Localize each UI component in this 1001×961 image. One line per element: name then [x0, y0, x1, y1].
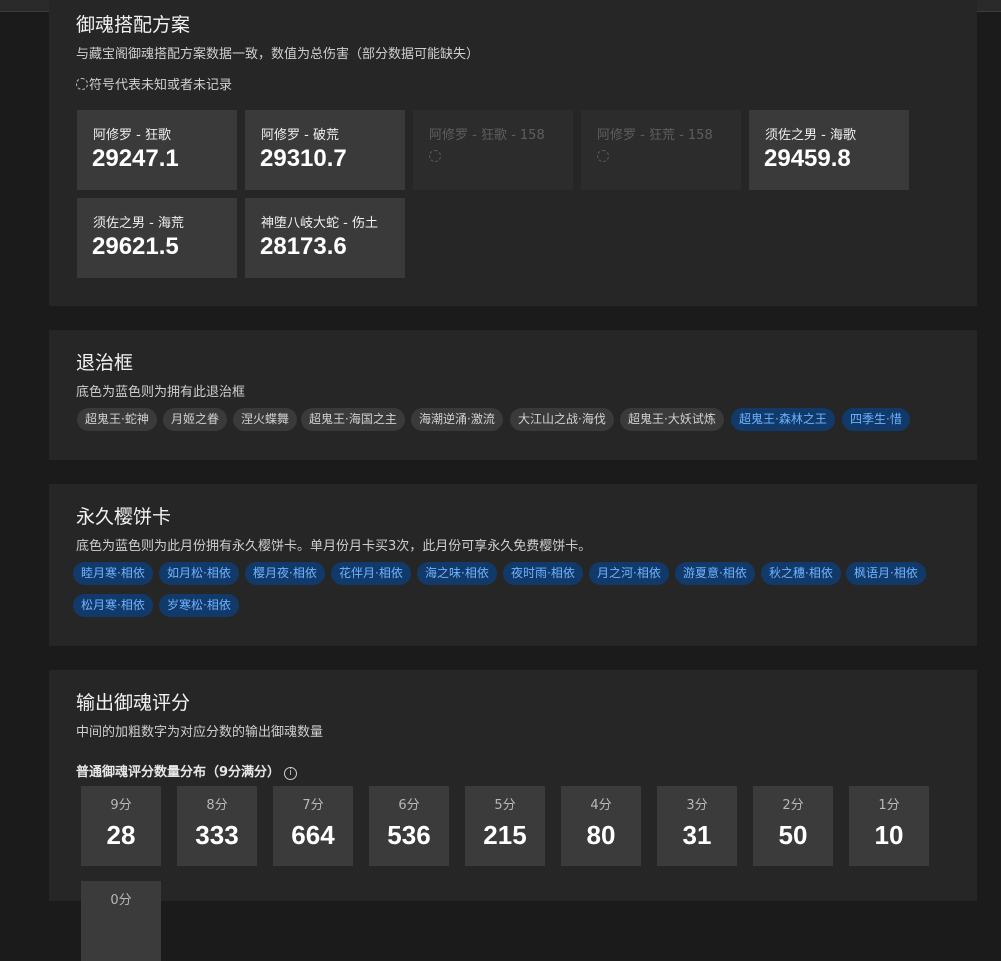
- mitama-card-label: 阿修罗 - 破荒: [261, 128, 339, 143]
- frame-tag: 涅火蝶舞: [233, 408, 298, 431]
- score-box-value: 333: [195, 820, 239, 850]
- score-subtitle: 中间的加粗数字为对应分数的输出御魂数量: [76, 725, 324, 740]
- score-title: 输出御魂评分: [76, 692, 191, 714]
- sakura-card-tag: 月之河·相依: [589, 562, 669, 585]
- mitama-card: 神堕八岐大蛇 - 伤土 28173.6: [245, 198, 405, 278]
- score-box-label: 7分: [302, 798, 324, 813]
- score-box: 6分 536: [369, 786, 449, 866]
- frame-tag: 月姬之眷: [163, 408, 228, 431]
- unknown-legend-text: 符号代表未知或者未记录: [89, 78, 233, 93]
- score-box: 3分 31: [657, 786, 737, 866]
- mitama-card-label: 阿修罗 - 狂荒 - 158: [597, 128, 713, 143]
- score-box-label: 6分: [398, 798, 420, 813]
- unknown-dashed-circle-icon: [429, 150, 441, 162]
- score-box-label: 3分: [686, 798, 708, 813]
- score-box-value: 31: [682, 820, 712, 850]
- frame-tag: 超鬼王·蛇神: [77, 408, 157, 431]
- score-box: 7分 664: [273, 786, 353, 866]
- mitama-title: 御魂搭配方案: [76, 14, 191, 36]
- mitama-card: 须佐之男 - 海荒 29621.5: [77, 198, 237, 278]
- frames-subtitle: 底色为蓝色则为拥有此退治框: [76, 385, 246, 400]
- sakura-card-tag: 游夏意·相依: [675, 562, 755, 585]
- unknown-dashed-circle-icon: [76, 78, 88, 90]
- info-icon[interactable]: i: [284, 767, 298, 780]
- score-box-label: 5分: [494, 798, 516, 813]
- score-box-label: 8分: [206, 798, 228, 813]
- mitama-card-value: 29621.5: [92, 233, 179, 260]
- score-box-value: 28: [106, 820, 136, 850]
- mitama-card: 阿修罗 - 狂歌 29247.1: [77, 110, 237, 190]
- score-box-label: 2分: [782, 798, 804, 813]
- frames-section: 退治框 底色为蓝色则为拥有此退治框 超鬼王·蛇神 月姬之眷 涅火蝶舞 超鬼王·海…: [49, 330, 977, 460]
- score-box-value: 10: [874, 820, 904, 850]
- score-box-value: 536: [387, 820, 431, 850]
- score-dist-title-text: 普通御魂评分数量分布（9分满分）: [76, 765, 281, 780]
- sakura-card-tag: 海之味·相依: [417, 562, 497, 585]
- score-box: 0分: [81, 881, 161, 961]
- score-box: 1分 10: [849, 786, 929, 866]
- score-box-value: 50: [778, 820, 808, 850]
- sakura-card-tag: 松月寒·相依: [73, 594, 153, 617]
- score-section: 输出御魂评分 中间的加粗数字为对应分数的输出御魂数量 普通御魂评分数量分布（9分…: [49, 670, 977, 961]
- sakura-card-tag: 秋之穗·相依: [761, 562, 841, 585]
- score-box-label: 4分: [590, 798, 612, 813]
- mitama-card-value: 28173.6: [260, 233, 347, 260]
- mitama-card-value: 29247.1: [92, 145, 179, 172]
- mitama-card-label: 须佐之男 - 海歌: [765, 128, 856, 143]
- mitama-card: 须佐之男 - 海歌 29459.8: [749, 110, 909, 190]
- mitama-section: 御魂搭配方案 与藏宝阁御魂搭配方案数据一致，数值为总伤害（部分数据可能缺失） 符…: [49, 0, 977, 306]
- sakura-card-tag: 夜时雨·相依: [503, 562, 583, 585]
- unknown-legend: 符号代表未知或者未记录: [76, 74, 232, 93]
- score-box-value: 664: [291, 820, 335, 850]
- sakura-card-tag: 如月松·相依: [159, 562, 239, 585]
- frame-tag: 超鬼王·海国之主: [301, 408, 405, 431]
- mitama-card-label: 阿修罗 - 狂歌 - 158: [429, 128, 545, 143]
- mitama-card-label: 阿修罗 - 狂歌: [93, 128, 171, 143]
- score-box-value: 80: [586, 820, 616, 850]
- score-box-label: 0分: [110, 893, 132, 908]
- sakura-card-tag: 岁寒松·相依: [159, 594, 239, 617]
- sakura-card-section: 永久樱饼卡 底色为蓝色则为此月份拥有永久樱饼卡。单月份月卡买3次，此月份可享永久…: [49, 484, 977, 646]
- mitama-card-label: 须佐之男 - 海荒: [93, 216, 184, 231]
- sakura-card-tag: 樱月夜·相依: [245, 562, 325, 585]
- sakura-card-title: 永久樱饼卡: [76, 506, 172, 528]
- frame-tag: 大江山之战·海伐: [510, 408, 614, 431]
- sakura-card-tag: 睦月寒·相依: [73, 562, 153, 585]
- score-box: 4分 80: [561, 786, 641, 866]
- score-box-value: 215: [483, 820, 527, 850]
- mitama-card-value: 29459.8: [764, 145, 851, 172]
- frame-tag: 超鬼王·大妖试炼: [620, 408, 724, 431]
- mitama-card-missing: 阿修罗 - 狂歌 - 158: [413, 110, 573, 190]
- sakura-card-subtitle: 底色为蓝色则为此月份拥有永久樱饼卡。单月份月卡买3次，此月份可享永久免费樱饼卡。: [76, 539, 592, 554]
- frame-tag-owned: 四季生·惜: [842, 408, 910, 431]
- score-box: 2分 50: [753, 786, 833, 866]
- score-dist-title: 普通御魂评分数量分布（9分满分） i: [76, 761, 298, 780]
- mitama-card-missing: 阿修罗 - 狂荒 - 158: [581, 110, 741, 190]
- mitama-card-value: 29310.7: [260, 145, 347, 172]
- score-box-label: 1分: [878, 798, 900, 813]
- score-box: 5分 215: [465, 786, 545, 866]
- mitama-subtitle: 与藏宝阁御魂搭配方案数据一致，数值为总伤害（部分数据可能缺失）: [76, 47, 480, 62]
- mitama-card: 阿修罗 - 破荒 29310.7: [245, 110, 405, 190]
- score-box: 8分 333: [177, 786, 257, 866]
- score-box-label: 9分: [110, 798, 132, 813]
- frame-tag: 海潮逆涌·激流: [411, 408, 503, 431]
- score-box: 9分 28: [81, 786, 161, 866]
- sakura-card-tag: 枫语月·相依: [846, 562, 926, 585]
- frames-title: 退治框: [76, 352, 134, 374]
- mitama-card-label: 神堕八岐大蛇 - 伤土: [261, 216, 378, 231]
- frame-tag-owned: 超鬼王·森林之王: [731, 408, 835, 431]
- unknown-dashed-circle-icon: [597, 150, 609, 162]
- sakura-card-tag: 花伴月·相依: [331, 562, 411, 585]
